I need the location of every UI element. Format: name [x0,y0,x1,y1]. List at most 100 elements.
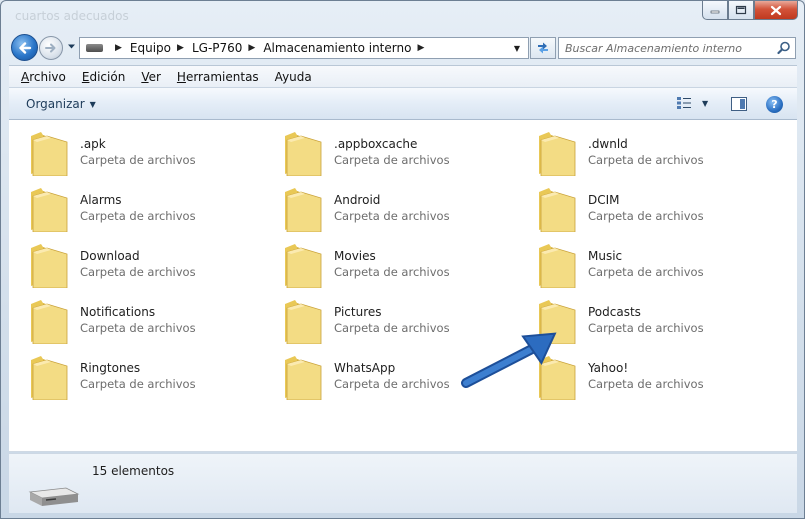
folder-icon [539,188,576,232]
menu-ver[interactable]: Ver [141,70,161,84]
minimize-icon [710,10,720,14]
menu-herramientas[interactable]: Herramientas [177,70,259,84]
folder-tile[interactable]: Music Carpeta de archivos [535,239,789,295]
folder-tile[interactable]: .dwnld Carpeta de archivos [535,127,789,183]
folder-type: Carpeta de archivos [334,153,450,167]
folder-type: Carpeta de archivos [588,265,704,279]
folder-icon [539,244,576,288]
folder-tile[interactable]: Yahoo! Carpeta de archivos [535,351,789,407]
navigation-bar: ▶ Equipo ▶ LG-P760 ▶ Almacenamiento inte… [9,32,797,62]
folder-icon [539,356,576,400]
chevron-right-icon[interactable]: ▶ [417,43,424,53]
folder-tile[interactable]: Podcasts Carpeta de archivos [535,295,789,351]
folder-tile[interactable]: Alarms Carpeta de archivos [27,183,281,239]
preview-pane-button[interactable] [731,97,747,111]
maximize-icon [735,5,747,15]
address-bar[interactable]: ▶ Equipo ▶ LG-P760 ▶ Almacenamiento inte… [79,37,529,59]
folder-tile[interactable]: Movies Carpeta de archivos [281,239,535,295]
address-dropdown-icon[interactable]: ▼ [508,38,526,58]
folder-icon [285,244,322,288]
folder-name: Alarms [80,193,122,207]
background-window-title: cuartos adecuados [15,9,129,23]
menu-accel: V [141,69,149,84]
search-icon[interactable] [777,41,791,55]
folder-icon [285,188,322,232]
caption-buttons [702,1,798,20]
recent-pages-dropdown-icon[interactable] [67,43,76,50]
chevron-down-icon: ▼ [89,99,96,109]
menu-label: dición [89,69,126,84]
view-details-icon [677,97,691,109]
folder-tile[interactable]: .apk Carpeta de archivos [27,127,281,183]
folder-type: Carpeta de archivos [80,377,196,391]
forward-arrow-icon [45,43,56,53]
refresh-button[interactable] [530,37,556,59]
help-button[interactable]: ? [766,96,783,113]
menu-edicion[interactable]: Edición [82,70,125,84]
folder-grid: .apk Carpeta de archivos .appboxcache Ca… [9,120,797,452]
folder-tile[interactable]: Ringtones Carpeta de archivos [27,351,281,407]
menu-ayuda[interactable]: Ayuda [275,70,312,84]
folder-tile[interactable]: .appboxcache Carpeta de archivos [281,127,535,183]
change-view-button[interactable]: ▼ [676,96,708,110]
folder-icon [539,132,576,176]
folder-name: Music [588,249,623,263]
removable-drive-icon [28,487,80,506]
folder-tile[interactable]: Download Carpeta de archivos [27,239,281,295]
minimize-button[interactable] [702,1,728,20]
folder-icon [31,356,68,400]
menu-label: Ayuda [274,69,312,84]
breadcrumb-device[interactable]: LG-P760 ▶ [192,41,263,55]
folder-name: DCIM [588,193,620,207]
folder-tile[interactable]: Notifications Carpeta de archivos [27,295,281,351]
folder-name: .appboxcache [334,137,418,151]
refresh-icon [538,42,548,54]
folder-icon [285,132,322,176]
folder-icon [285,300,322,344]
breadcrumb-label: Almacenamiento interno [263,41,412,55]
menu-bar: Archivo Edición Ver Herramientas Ayuda [9,65,797,87]
forward-button[interactable] [39,36,63,60]
folder-icon [31,188,68,232]
back-arrow-icon [18,41,31,54]
chevron-down-icon[interactable]: ▼ [702,99,708,108]
folder-type: Carpeta de archivos [588,153,704,167]
chevron-right-icon[interactable]: ▶ [115,43,122,53]
folder-name: Movies [334,249,376,263]
close-button[interactable] [754,1,798,20]
folder-type: Carpeta de archivos [334,265,450,279]
file-list-view[interactable]: .apk Carpeta de archivos .appboxcache Ca… [9,120,797,452]
search-box[interactable] [558,37,796,59]
organize-button[interactable]: Organizar ▼ [26,97,96,111]
folder-tile[interactable]: Android Carpeta de archivos [281,183,535,239]
menu-archivo[interactable]: Archivo [21,70,66,84]
drive-mini-icon [86,44,103,52]
item-count: 15 elementos [92,464,175,478]
folder-name: Yahoo! [588,361,629,375]
folder-tile[interactable]: WhatsApp Carpeta de archivos [281,351,535,407]
chevron-right-icon[interactable]: ▶ [177,43,184,53]
menu-accel: H [176,69,186,84]
folder-tile[interactable]: DCIM Carpeta de archivos [535,183,789,239]
folder-name: Pictures [334,305,382,319]
chevron-right-icon[interactable]: ▶ [248,43,255,53]
folder-type: Carpeta de archivos [334,209,450,223]
folder-type: Carpeta de archivos [334,377,450,391]
folder-name: Notifications [80,305,156,319]
folder-name: .dwnld [588,137,628,151]
folder-type: Carpeta de archivos [588,321,704,335]
menu-label: rchivo [29,69,66,84]
breadcrumb-equipo[interactable]: Equipo ▶ [130,41,192,55]
folder-icon [31,132,68,176]
breadcrumb-storage[interactable]: Almacenamiento interno ▶ [263,41,432,55]
folder-name: Ringtones [80,361,141,375]
maximize-button[interactable] [728,1,754,20]
folder-type: Carpeta de archivos [588,377,704,391]
folder-icon [31,244,68,288]
folder-tile[interactable]: Pictures Carpeta de archivos [281,295,535,351]
close-icon [770,5,782,15]
back-button[interactable] [11,34,38,61]
search-input[interactable] [565,41,770,56]
details-pane: 15 elementos [9,453,797,513]
folder-icon [285,356,322,400]
